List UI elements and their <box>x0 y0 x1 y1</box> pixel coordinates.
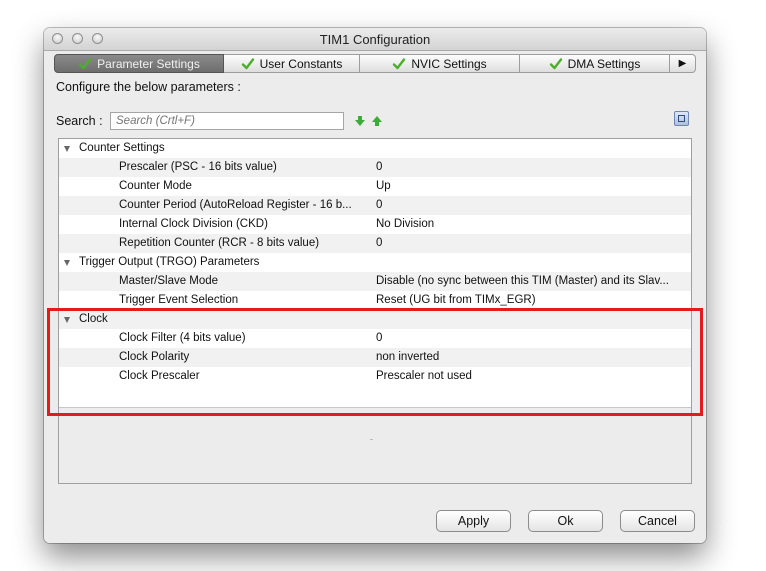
tab-label: DMA Settings <box>567 56 641 71</box>
parameter-value[interactable]: 0 <box>376 158 688 177</box>
title-bar[interactable]: TIM1 Configuration <box>44 28 706 51</box>
parameter-name: Counter Mode <box>119 180 192 192</box>
search-input[interactable] <box>110 112 344 130</box>
configure-heading: Configure the below parameters : <box>56 80 241 94</box>
parameter-value[interactable]: No Division <box>376 215 688 234</box>
parameter-name: Repetition Counter (RCR - 8 bits value) <box>119 237 320 249</box>
tree-category-row[interactable]: Trigger Output (TRGO) Parameters <box>59 253 691 272</box>
configuration-dialog: TIM1 Configuration Parameter Settings Us… <box>44 28 706 543</box>
category-label: Counter Settings <box>79 142 165 154</box>
expand-triangle-icon[interactable] <box>64 146 70 152</box>
parameter-row[interactable]: Prescaler (PSC - 16 bits value) 0 <box>59 158 691 177</box>
tab-label: NVIC Settings <box>411 56 487 71</box>
parameter-row[interactable]: Repetition Counter (RCR - 8 bits value) 0 <box>59 234 691 253</box>
parameter-value[interactable]: Up <box>376 177 688 196</box>
parameter-name: Prescaler (PSC - 16 bits value) <box>119 161 277 173</box>
tree-category-row[interactable]: Counter Settings <box>59 139 691 158</box>
parameter-row[interactable]: Counter Mode Up <box>59 177 691 196</box>
tab-bar: Parameter Settings User Constants NVIC S… <box>54 54 696 74</box>
clock-section-highlight <box>47 308 703 416</box>
check-icon <box>78 57 92 69</box>
parameter-row[interactable]: Master/Slave Mode Disable (no sync betwee… <box>59 272 691 291</box>
tab-nvic-settings[interactable]: NVIC Settings <box>360 54 520 73</box>
find-next-icon[interactable] <box>354 115 366 127</box>
chevron-right-icon: ▶ <box>678 58 687 69</box>
toggle-view-icon[interactable] <box>674 111 689 126</box>
parameter-name: Counter Period (AutoReload Register - 16… <box>119 199 352 211</box>
ok-button[interactable]: Ok <box>528 510 603 532</box>
parameter-row[interactable]: Internal Clock Division (CKD) No Division <box>59 215 691 234</box>
parameter-value[interactable]: 0 <box>376 234 688 253</box>
tab-label: Parameter Settings <box>97 56 200 71</box>
tab-label: User Constants <box>259 56 343 71</box>
parameter-name: Master/Slave Mode <box>119 275 219 287</box>
search-label: Search : <box>56 114 103 128</box>
tab-user-constants[interactable]: User Constants <box>224 54 360 73</box>
window-title: TIM1 Configuration <box>319 32 431 47</box>
cancel-button[interactable]: Cancel <box>620 510 695 532</box>
check-icon <box>241 57 254 69</box>
expand-triangle-icon[interactable] <box>64 260 70 266</box>
check-icon <box>549 57 562 69</box>
parameter-name: Internal Clock Division (CKD) <box>119 218 268 230</box>
tab-dma-settings[interactable]: DMA Settings <box>520 54 670 73</box>
find-previous-icon[interactable] <box>371 115 383 127</box>
check-icon <box>393 57 406 69</box>
parameter-value[interactable]: 0 <box>376 196 688 215</box>
category-label: Trigger Output (TRGO) Parameters <box>79 256 260 268</box>
apply-button[interactable]: Apply <box>436 510 511 532</box>
tab-parameter-settings[interactable]: Parameter Settings <box>54 54 224 73</box>
resize-handle[interactable] <box>370 439 373 440</box>
parameter-row[interactable]: Counter Period (AutoReload Register - 16… <box>59 196 691 215</box>
tab-scroll-right-button[interactable]: ▶ <box>670 54 696 73</box>
parameter-value[interactable]: Disable (no sync between this TIM (Maste… <box>376 272 688 291</box>
